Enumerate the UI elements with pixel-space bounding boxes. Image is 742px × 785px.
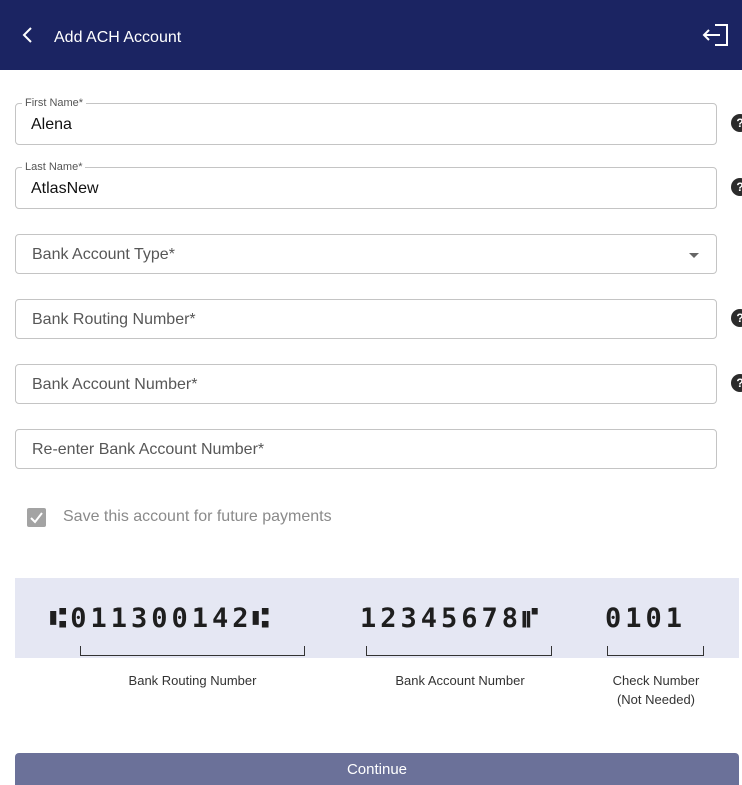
check-number-caption: Check Number (Not Needed) xyxy=(600,671,712,709)
account-micr: 12345678⑈ xyxy=(360,603,543,634)
reenter-account-number-field[interactable]: Re-enter Bank Account Number* xyxy=(15,429,717,469)
routing-caption: Bank Routing Number xyxy=(128,673,257,688)
bank-account-number-field[interactable]: Bank Account Number* xyxy=(15,364,717,404)
first-name-label: First Name* xyxy=(22,97,87,110)
routing-bracket xyxy=(80,646,305,656)
logout-icon[interactable] xyxy=(701,22,731,48)
save-account-label[interactable]: Save this account for future payments xyxy=(63,508,332,526)
last-name-help-icon[interactable]: ? xyxy=(731,178,742,196)
routing-number-help-icon[interactable]: ? xyxy=(731,309,742,327)
account-number-help-icon[interactable]: ? xyxy=(731,374,742,392)
check-number-caption-line1: Check Number xyxy=(612,673,700,688)
first-name-field[interactable]: First Name* Alena xyxy=(15,97,717,145)
save-account-checkbox[interactable] xyxy=(27,508,46,527)
app-header: Add ACH Account xyxy=(0,0,742,70)
account-caption: Bank Account Number xyxy=(395,673,525,688)
dropdown-arrow-icon xyxy=(689,253,699,258)
last-name-field[interactable]: Last Name* AtlasNew xyxy=(15,161,717,209)
checkmark-icon xyxy=(30,512,43,524)
bank-account-type-select[interactable]: Bank Account Type* xyxy=(15,234,717,274)
chevron-left-icon[interactable] xyxy=(18,25,38,45)
continue-button[interactable]: Continue xyxy=(15,753,739,785)
bank-routing-number-placeholder: Bank Routing Number* xyxy=(32,311,196,328)
bank-account-number-placeholder: Bank Account Number* xyxy=(32,376,198,393)
first-name-help-icon[interactable]: ? xyxy=(731,114,742,132)
routing-micr: ⑆011300142⑆ xyxy=(50,603,273,634)
reenter-account-number-placeholder: Re-enter Bank Account Number* xyxy=(32,441,265,458)
check-number-caption-line2: (Not Needed) xyxy=(616,692,696,707)
last-name-value: AtlasNew xyxy=(31,180,99,197)
page-title: Add ACH Account xyxy=(54,29,182,46)
first-name-value: Alena xyxy=(31,116,72,133)
check-number-micr: 0101 xyxy=(605,603,687,634)
last-name-label: Last Name* xyxy=(22,161,86,174)
bank-routing-number-field[interactable]: Bank Routing Number* xyxy=(15,299,717,339)
check-number-bracket xyxy=(607,646,704,656)
account-bracket xyxy=(366,646,552,656)
bank-account-type-placeholder: Bank Account Type* xyxy=(32,246,175,263)
